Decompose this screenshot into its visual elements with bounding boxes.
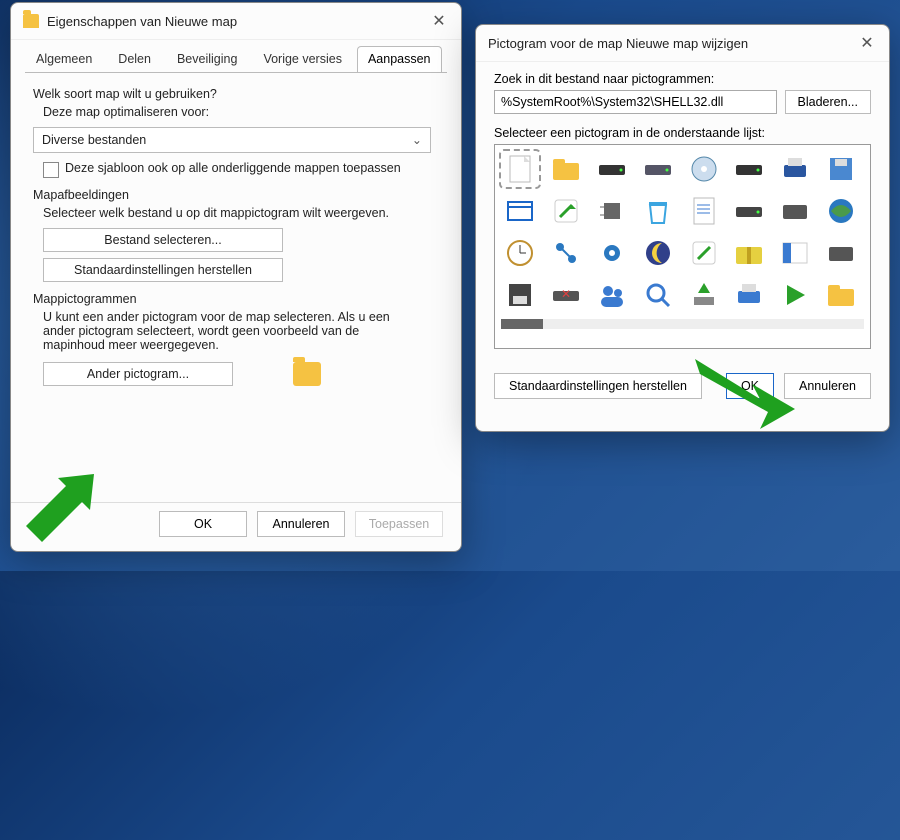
apply-button[interactable]: Toepassen xyxy=(355,511,443,537)
svg-text:✕: ✕ xyxy=(561,287,571,301)
folder-pictures-desc: Selecteer welk bestand u op dit mappicto… xyxy=(43,206,439,220)
icon-option[interactable] xyxy=(730,193,768,229)
icon-option[interactable] xyxy=(730,235,768,271)
icon-option[interactable] xyxy=(501,151,539,187)
choose-file-button[interactable]: Bestand selecteren... xyxy=(43,228,283,252)
picker-ok-button[interactable]: OK xyxy=(726,373,774,399)
icon-option[interactable] xyxy=(730,151,768,187)
icon-option[interactable] xyxy=(822,235,860,271)
optimize-label: Deze map optimaliseren voor: xyxy=(43,105,439,119)
icon-option[interactable] xyxy=(685,193,723,229)
icon-option[interactable] xyxy=(685,277,723,313)
restore-defaults-button[interactable]: Standaardinstellingen herstellen xyxy=(43,258,283,282)
folder-icon-preview xyxy=(293,362,321,386)
icon-option[interactable] xyxy=(593,235,631,271)
browse-button[interactable]: Bladeren... xyxy=(785,90,871,114)
icon-option[interactable] xyxy=(776,151,814,187)
icon-option[interactable] xyxy=(593,151,631,187)
close-icon[interactable]: ✕ xyxy=(429,11,449,31)
list-label: Selecteer een pictogram in de onderstaan… xyxy=(494,126,871,140)
icon-picker-window: Pictogram voor de map Nieuwe map wijzige… xyxy=(475,24,890,432)
icon-option[interactable] xyxy=(776,277,814,313)
apply-subfolders-checkbox[interactable] xyxy=(43,162,59,178)
icon-option[interactable] xyxy=(547,235,585,271)
picker-titlebar[interactable]: Pictogram voor de map Nieuwe map wijzige… xyxy=(476,25,889,62)
icon-option[interactable] xyxy=(547,151,585,187)
icon-option[interactable] xyxy=(593,193,631,229)
properties-window: Eigenschappen van Nieuwe map ✕ Algemeen … xyxy=(10,2,462,552)
icon-option[interactable] xyxy=(639,235,677,271)
icon-option[interactable] xyxy=(685,235,723,271)
chevron-down-icon: ⌄ xyxy=(412,133,422,147)
titlebar[interactable]: Eigenschappen van Nieuwe map ✕ xyxy=(11,3,461,40)
ok-button[interactable]: OK xyxy=(159,511,247,537)
tabs-row: Algemeen Delen Beveiliging Vorige versie… xyxy=(11,40,461,73)
tab-algemeen[interactable]: Algemeen xyxy=(25,46,103,73)
tab-content: Welk soort map wilt u gebruiken? Deze ma… xyxy=(11,73,461,502)
folder-icons-heading: Mappictogrammen xyxy=(33,292,439,306)
change-icon-button[interactable]: Ander pictogram... xyxy=(43,362,233,386)
icon-option[interactable] xyxy=(822,151,860,187)
icon-option[interactable] xyxy=(593,277,631,313)
icon-list[interactable]: ✕ xyxy=(494,144,871,349)
icon-option[interactable] xyxy=(639,277,677,313)
icon-option[interactable] xyxy=(501,235,539,271)
picker-restore-button[interactable]: Standaardinstellingen herstellen xyxy=(494,373,702,399)
icon-option[interactable] xyxy=(501,193,539,229)
tab-vorige-versies[interactable]: Vorige versies xyxy=(252,46,353,73)
tab-delen[interactable]: Delen xyxy=(107,46,162,73)
optimize-select-value: Diverse bestanden xyxy=(42,133,146,147)
icon-option[interactable] xyxy=(822,193,860,229)
path-input[interactable] xyxy=(494,90,777,114)
tab-aanpassen[interactable]: Aanpassen xyxy=(357,46,442,73)
cancel-button[interactable]: Annuleren xyxy=(257,511,345,537)
icon-option[interactable] xyxy=(822,277,860,313)
picker-title: Pictogram voor de map Nieuwe map wijzige… xyxy=(488,36,748,51)
icon-option[interactable] xyxy=(547,193,585,229)
icon-option[interactable]: ✕ xyxy=(547,277,585,313)
icon-option[interactable] xyxy=(730,277,768,313)
icon-scrollbar[interactable] xyxy=(501,319,864,329)
folder-type-heading: Welk soort map wilt u gebruiken? xyxy=(33,87,439,101)
icon-option[interactable] xyxy=(639,151,677,187)
tab-beveiliging[interactable]: Beveiliging xyxy=(166,46,248,73)
picker-buttons: Standaardinstellingen herstellen OK Annu… xyxy=(476,361,889,413)
icon-option[interactable] xyxy=(776,193,814,229)
folder-pictures-heading: Mapafbeeldingen xyxy=(33,188,439,202)
picker-cancel-button[interactable]: Annuleren xyxy=(784,373,871,399)
folder-icons-desc: U kunt een ander pictogram voor de map s… xyxy=(43,310,423,352)
apply-subfolders-label: Deze sjabloon ook op alle onderliggende … xyxy=(65,161,401,175)
icon-option[interactable] xyxy=(639,193,677,229)
icon-option[interactable] xyxy=(685,151,723,187)
icon-option[interactable] xyxy=(776,235,814,271)
folder-icon xyxy=(23,14,39,28)
close-icon[interactable]: ✕ xyxy=(857,33,877,53)
dialog-buttons: OK Annuleren Toepassen xyxy=(11,502,461,551)
search-label: Zoek in dit bestand naar pictogrammen: xyxy=(494,72,871,86)
optimize-select[interactable]: Diverse bestanden ⌄ xyxy=(33,127,431,153)
window-title: Eigenschappen van Nieuwe map xyxy=(47,14,237,29)
icon-option[interactable] xyxy=(501,277,539,313)
